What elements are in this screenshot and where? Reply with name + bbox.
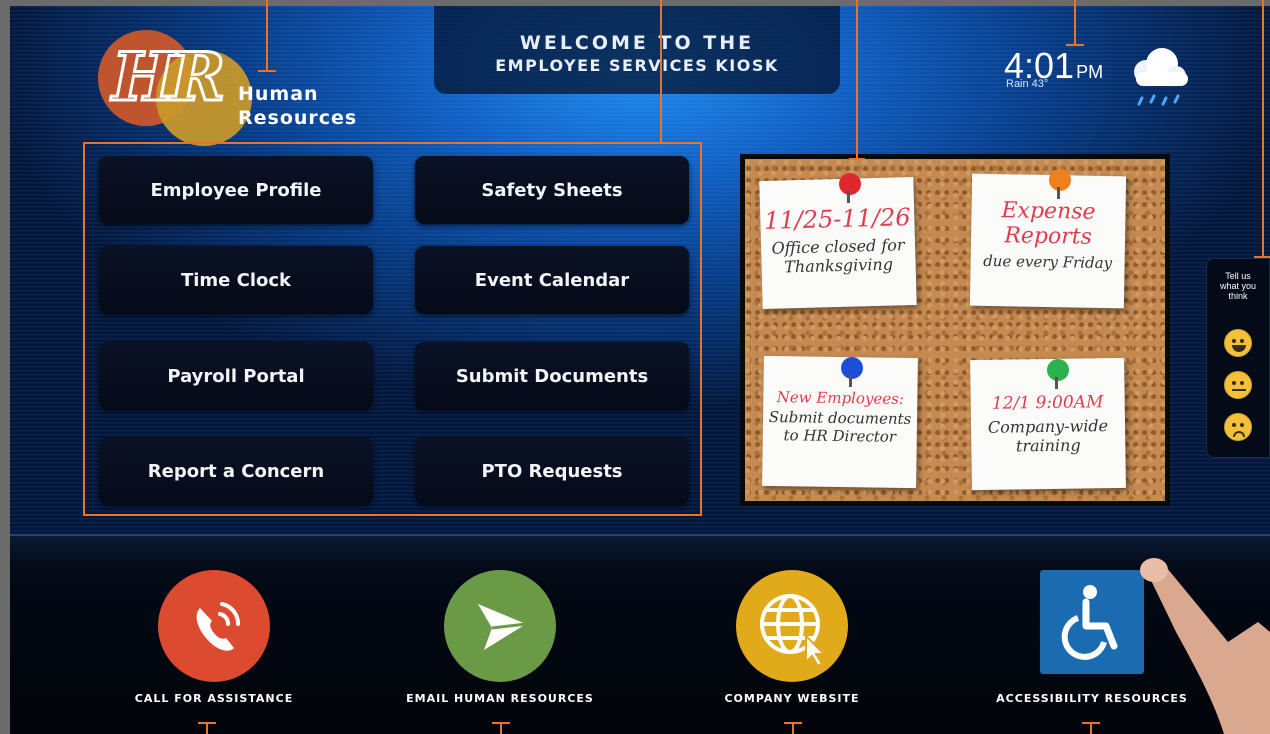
logo-line-2: Resources	[238, 107, 358, 129]
submit-documents-button[interactable]: Submit Documents	[415, 342, 689, 410]
note-line: to HR Director	[783, 426, 897, 446]
cork-board: 11/25-11/26 Office closed for Thanksgivi…	[740, 154, 1170, 506]
email-hr-label: EMAIL HUMAN RESOURCES	[406, 692, 594, 705]
welcome-line-2: EMPLOYEE SERVICES KIOSK	[495, 56, 779, 75]
call-assistance-button[interactable]: CALL FOR ASSISTANCE	[94, 570, 334, 710]
note-new-employees: New Employees: Submit documents to HR Di…	[762, 355, 918, 489]
welcome-line-1: WELCOME TO THE	[519, 32, 755, 54]
logo-line-1: Human	[238, 83, 319, 105]
note-highlight: Expense	[1001, 198, 1096, 225]
guide-line	[849, 158, 865, 160]
paper-plane-icon	[444, 570, 556, 682]
guide-line	[660, 0, 662, 142]
call-assistance-label: CALL FOR ASSISTANCE	[134, 692, 294, 705]
note-thanksgiving: 11/25-11/26 Office closed for Thanksgivi…	[759, 177, 917, 309]
logo-text: Human Resources	[238, 82, 357, 130]
sad-face-icon[interactable]	[1224, 413, 1252, 441]
guide-line	[258, 70, 276, 72]
note-expense-reports: Expense Reports due every Friday	[969, 173, 1127, 309]
pto-requests-button[interactable]: PTO Requests	[415, 437, 689, 505]
employee-profile-button[interactable]: Employee Profile	[99, 156, 373, 224]
report-concern-button[interactable]: Report a Concern	[99, 437, 373, 505]
note-highlight: Reports	[1004, 223, 1093, 250]
payroll-portal-button[interactable]: Payroll Portal	[99, 342, 373, 410]
clock-ampm: PM	[1076, 62, 1104, 82]
guide-line	[1074, 0, 1076, 46]
note-line: Submit documents	[768, 408, 912, 428]
note-line: Thanksgiving	[783, 254, 894, 277]
guide-line	[784, 722, 802, 724]
pin-green-icon	[1047, 359, 1069, 389]
note-line: Company-wide	[987, 416, 1109, 437]
welcome-banner: WELCOME TO THE EMPLOYEE SERVICES KIOSK	[434, 6, 840, 94]
note-highlight: 12/1 9:00AM	[991, 392, 1104, 414]
company-website-label: COMPANY WEBSITE	[724, 692, 860, 705]
guide-line	[492, 722, 510, 724]
feedback-title-line: what you	[1219, 281, 1257, 291]
feedback-title-line: think	[1228, 291, 1248, 301]
email-hr-button[interactable]: EMAIL HUMAN RESOURCES	[380, 570, 620, 710]
guide-line	[1262, 0, 1264, 258]
feedback-title-line: Tell us	[1225, 271, 1251, 281]
weather-text: Rain 43°	[1006, 78, 1049, 90]
guide-line	[266, 0, 268, 72]
happy-face-icon[interactable]	[1224, 329, 1252, 357]
guide-line	[1254, 256, 1270, 258]
guide-line	[1082, 722, 1100, 724]
guide-line	[198, 722, 216, 724]
pin-red-icon	[839, 173, 861, 203]
feedback-title: Tell us what you think	[1207, 271, 1269, 301]
note-line: due every Friday	[983, 251, 1113, 273]
note-line: training	[1015, 435, 1081, 456]
neutral-face-icon[interactable]	[1224, 371, 1252, 399]
note-training: 12/1 9:00AM Company-wide training	[970, 357, 1126, 491]
company-website-button[interactable]: COMPANY WEBSITE	[672, 570, 912, 710]
hr-logo: HR Human Resources	[98, 28, 358, 148]
note-highlight: 11/25-11/26	[763, 203, 911, 235]
clock: 4:01 PM Rain 43°	[1004, 48, 1104, 91]
pin-orange-icon	[1049, 169, 1071, 199]
kiosk-screen: HR Human Resources WELCOME TO THE EMPLOY…	[10, 6, 1270, 734]
safety-sheets-button[interactable]: Safety Sheets	[415, 156, 689, 224]
guide-line	[1066, 44, 1084, 46]
pointing-hand-icon	[1140, 558, 1270, 734]
feedback-panel: Tell us what you think	[1206, 258, 1270, 458]
rain-cloud-icon	[1134, 48, 1188, 106]
guide-line	[856, 0, 858, 160]
logo-letters: HR	[110, 37, 226, 118]
phone-icon	[158, 570, 270, 682]
event-calendar-button[interactable]: Event Calendar	[415, 246, 689, 314]
globe-icon	[736, 570, 848, 682]
time-clock-button[interactable]: Time Clock	[99, 246, 373, 314]
note-highlight: New Employees:	[776, 388, 905, 408]
pin-blue-icon	[841, 357, 863, 387]
